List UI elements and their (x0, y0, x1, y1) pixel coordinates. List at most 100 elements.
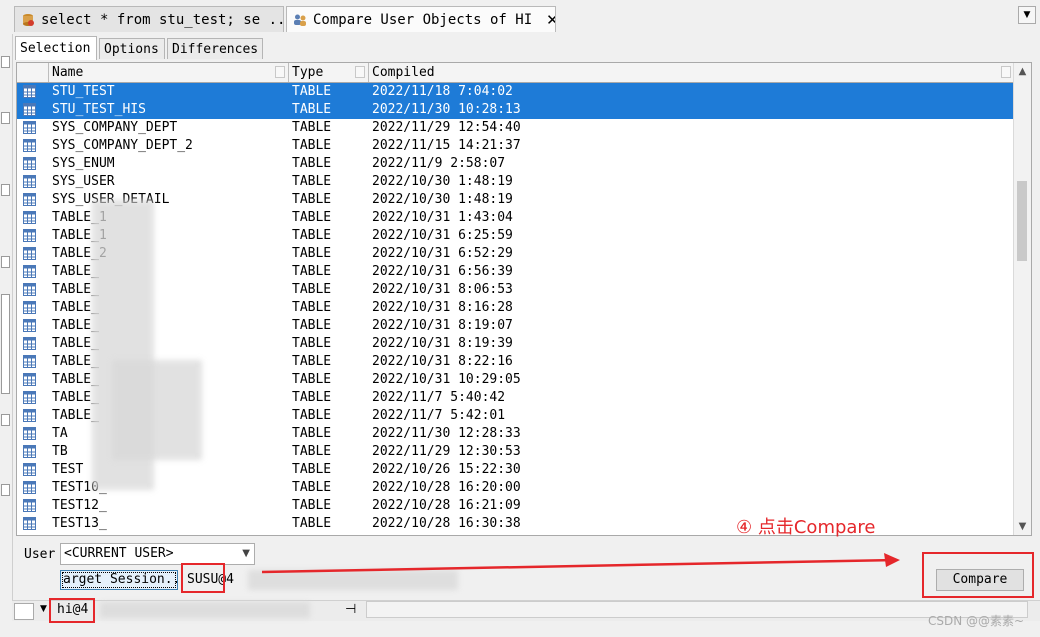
table-row[interactable]: TABLE_1 TABLE 2022/10/31 6:25:59 (17, 227, 1015, 245)
cell-name: SYS_COMPANY_DEPT_2 (52, 138, 193, 153)
user-select-value: <CURRENT USER> (64, 546, 174, 561)
doc-tab-label: select * from stu_test; se ... (41, 11, 284, 28)
tab-selection[interactable]: Selection (15, 36, 97, 60)
tab-options[interactable]: Options (99, 38, 165, 59)
table-row[interactable]: STU_TEST TABLE 2022/11/18 7:04:02 (17, 83, 1015, 101)
database-icon (23, 13, 34, 26)
cell-compiled: 2022/11/30 10:28:13 (372, 102, 521, 117)
cell-type: TABLE (292, 282, 332, 297)
table-icon (23, 301, 36, 314)
cell-compiled: 2022/10/31 1:43:04 (372, 210, 513, 225)
grid-header: Name Type Compiled (17, 63, 1015, 83)
cell-type: TABLE (292, 264, 332, 279)
cell-type: TABLE (292, 408, 332, 423)
table-row[interactable]: SYS_COMPANY_DEPT_2 TABLE 2022/11/15 14:21:… (17, 137, 1015, 155)
cell-type: TABLE (292, 354, 332, 369)
objects-grid[interactable]: Name Type Compiled STU_TEST TABLE 2022/11/… (16, 62, 1032, 536)
user-label: User (24, 547, 56, 562)
table-row[interactable]: TABLE_1 TABLE 2022/10/31 1:43:04 (17, 209, 1015, 227)
cell-type: TABLE (292, 156, 332, 171)
scroll-down-icon[interactable]: ▼ (1014, 518, 1031, 535)
cell-type: TABLE (292, 246, 332, 261)
dock-marker (1, 112, 10, 124)
cell-compiled: 2022/10/31 8:19:39 (372, 336, 513, 351)
cell-compiled: 2022/10/30 1:48:19 (372, 174, 513, 189)
cell-name: STU_TEST_HIS (52, 102, 146, 117)
cell-compiled: 2022/11/7 5:42:01 (372, 408, 506, 423)
table-icon (23, 517, 36, 530)
table-row[interactable]: TABLE_ TABLE 2022/10/31 6:56:39 (17, 263, 1015, 281)
doc-tab-sql[interactable]: select * from stu_test; se ... (14, 6, 284, 32)
table-row[interactable]: TEST10_ TABLE 2022/10/28 16:20:00 (17, 479, 1015, 497)
chevron-down-icon[interactable]: ▼ (1018, 6, 1036, 24)
table-row[interactable]: SYS_ENUM TABLE 2022/11/9 2:58:07 (17, 155, 1015, 173)
cell-name: SYS_USER_DETAIL (49, 191, 289, 209)
doc-tab-compare[interactable]: Compare User Objects of HI ✕ (286, 6, 556, 32)
cell-name: SYS_COMPANY_DEPT (52, 120, 178, 135)
doc-tab-label: Compare User Objects of HI (313, 11, 533, 28)
cell-compiled: 2022/10/31 8:16:28 (372, 300, 513, 315)
annotation-arrow (262, 553, 900, 574)
dock-marker (1, 256, 10, 268)
cell-type: TABLE (292, 336, 332, 351)
cell-name: TABLE_1 (52, 210, 107, 225)
cell-type: TABLE (292, 174, 332, 189)
pin-icon[interactable]: ⊣ (345, 602, 356, 617)
close-icon[interactable]: ✕ (546, 11, 555, 29)
table-icon (23, 355, 36, 368)
cell-type: TABLE (292, 192, 332, 207)
table-icon (23, 391, 36, 404)
column-resize-handle[interactable] (355, 66, 365, 78)
column-resize-handle[interactable] (1001, 66, 1011, 78)
table-icon (23, 229, 36, 242)
cell-type: TABLE (292, 498, 332, 513)
header-compiled[interactable]: Compiled (369, 63, 1015, 82)
chevron-down-icon[interactable]: ▼ (242, 544, 250, 564)
table-row[interactable]: TABLE_ TABLE 2022/10/31 8:19:07 (17, 317, 1015, 335)
user-select[interactable]: <CURRENT USER> ▼ (60, 543, 255, 565)
cell-name: TEST12_ (52, 498, 107, 513)
cell-compiled: 2022/11/30 12:28:33 (372, 426, 521, 441)
vertical-scrollbar[interactable]: ▲ ▼ (1013, 63, 1031, 535)
dock-marker (1, 484, 10, 496)
header-label: Type (292, 65, 324, 80)
cell-name: TABLE_ (52, 300, 99, 315)
chevron-down-icon[interactable]: ▼ (40, 604, 47, 614)
watermark: CSDN @@素素~ (928, 614, 1025, 628)
cell-type: TABLE (292, 390, 332, 405)
table-icon (23, 373, 36, 386)
tab-differences[interactable]: Differences (167, 38, 263, 59)
dock-marker (1, 294, 10, 394)
table-row[interactable]: TABLE_ TABLE 2022/10/31 8:19:39 (17, 335, 1015, 353)
scrollbar-thumb[interactable] (1017, 181, 1027, 261)
grid-rows: STU_TEST TABLE 2022/11/18 7:04:02 STU_TEST_… (17, 83, 1015, 533)
header-name[interactable]: Name (49, 63, 289, 82)
cell-name: TABLE_ (52, 264, 99, 279)
dock-marker (1, 56, 10, 68)
cell-type: TABLE (292, 210, 332, 225)
cell-type: TABLE (292, 480, 332, 495)
target-session-button[interactable]: arget Session... (60, 570, 178, 590)
table-row[interactable]: TABLE_2 TABLE 2022/10/31 6:52:29 (17, 245, 1015, 263)
cell-type: TABLE (292, 102, 332, 117)
cell-name: TABLE_ (52, 318, 99, 333)
table-icon (23, 247, 36, 260)
table-row[interactable]: TEST TABLE 2022/10/26 15:22:30 (17, 461, 1015, 479)
left-dock-strip (0, 34, 13, 604)
header-type[interactable]: Type (289, 63, 369, 82)
table-row[interactable]: TABLE_ TABLE 2022/10/31 8:16:28 (17, 299, 1015, 317)
cell-name: STU_TEST (52, 84, 115, 99)
column-resize-handle[interactable] (275, 66, 285, 78)
table-row[interactable]: SYS_USER TABLE 2022/10/30 1:48:19 (17, 173, 1015, 191)
cell-type: TABLE (292, 462, 332, 477)
cell-compiled: 2022/10/31 8:22:16 (372, 354, 513, 369)
table-row[interactable]: SYS_USER_DETAILTABLE 2022/10/30 1:48:19 (17, 191, 1015, 209)
table-icon (23, 265, 36, 278)
table-icon (23, 445, 36, 458)
cell-type: TABLE (292, 84, 332, 99)
cell-compiled: 2022/10/31 6:56:39 (372, 264, 513, 279)
table-row[interactable]: SYS_COMPANY_DEPT TABLE 2022/11/29 12:54:40 (17, 119, 1015, 137)
table-row[interactable]: TABLE_ TABLE 2022/10/31 8:06:53 (17, 281, 1015, 299)
scroll-up-icon[interactable]: ▲ (1014, 63, 1031, 80)
table-row[interactable]: STU_TEST_HIS TABLE 2022/11/30 10:28:13 (17, 101, 1015, 119)
